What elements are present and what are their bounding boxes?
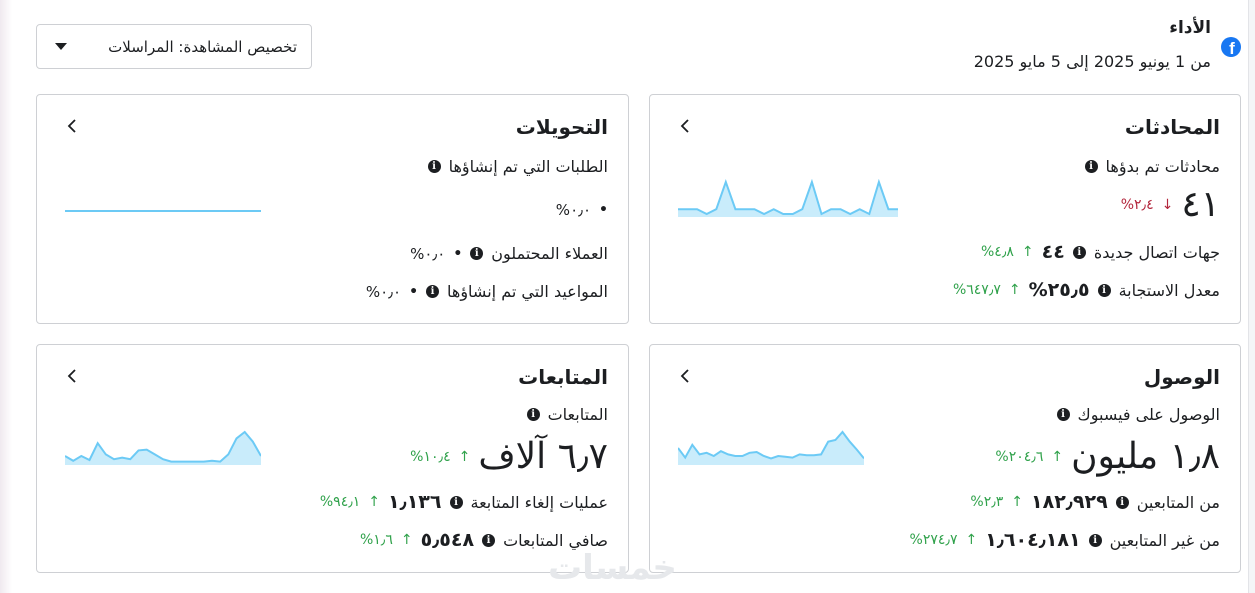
chevron-left-icon[interactable] — [678, 369, 692, 383]
arrow-up-icon: ↑ — [458, 449, 471, 465]
sub-metric-row: من غير المتابعين i ١٫٦٠٤٫١٨١ ↑ ٢٧٤٫٧% — [910, 529, 1220, 551]
sub-metric-label: العملاء المحتملون — [491, 244, 608, 263]
watermark-logo: خمسات — [548, 548, 677, 588]
sub-metric-label: جهات اتصال جديدة — [1093, 242, 1220, 262]
sub-metric-label: المواعيد التي تم إنشاؤها — [447, 282, 608, 301]
card-title: التحويلات — [515, 115, 608, 139]
info-icon[interactable]: i — [1072, 245, 1086, 259]
sub-metric-change: ١٫٦% — [359, 532, 393, 548]
sub-metric-change: ٢٫٣% — [970, 494, 1004, 510]
metric-label-row: الوصول على فيسبوك i — [1056, 405, 1220, 424]
sparkline-chart — [65, 210, 261, 212]
metric-label-row: الطلبات التي تم إنشاؤها i — [427, 157, 608, 176]
sub-metric-change: ٤٫٨% — [980, 244, 1014, 260]
sub-metric-row: العملاء المحتملون i • ٠٫٠% — [410, 244, 608, 263]
chevron-left-icon[interactable] — [65, 119, 79, 133]
metric-value-row: ١٫٨ مليون ↑ ٢٠٤٫٦% — [995, 437, 1220, 477]
page-title: الأداء — [1169, 18, 1211, 38]
sparkline-chart — [65, 430, 261, 465]
metric-label-row: محادثات تم بدؤها i — [1084, 157, 1220, 176]
metric-value: ٤١ — [1181, 184, 1220, 225]
sub-metric-label: صافي المتابعات — [503, 530, 608, 550]
info-icon[interactable]: i — [1097, 283, 1111, 297]
sub-metric-change: ٢٧٤٫٧% — [909, 532, 958, 548]
card-title: المحادثات — [1124, 115, 1220, 139]
chevron-left-icon[interactable] — [65, 369, 79, 383]
sparkline-line — [678, 179, 898, 216]
arrow-down-icon: ↓ — [1161, 197, 1174, 213]
metric-label: الطلبات التي تم إنشاؤها — [448, 157, 608, 176]
date-range: من 1 يونيو 2025 إلى 5 مايو 2025 — [973, 52, 1211, 71]
card-conversions[interactable]: التحويلات الطلبات التي تم إنشاؤها i • ٠٫… — [36, 94, 629, 324]
arrow-up-icon: ↑ — [965, 532, 978, 548]
metric-label: المتابعات — [547, 405, 608, 424]
metric-label: الوصول على فيسبوك — [1077, 405, 1220, 424]
info-icon[interactable]: i — [482, 533, 496, 547]
sub-metric-label: من المتابعين — [1136, 492, 1220, 512]
sub-metric-row: معدل الاستجابة i ٢٥٫٥% ↑ ٦٤٧٫٧% — [953, 279, 1220, 301]
card-conversations[interactable]: المحادثات محادثات تم بدؤها i ٤١ ↓ ٢٫٤% ج… — [649, 94, 1241, 324]
facebook-icon: f — [1221, 37, 1241, 57]
metric-change: ٢٫٤% — [1120, 197, 1154, 213]
arrow-up-icon: ↑ — [1021, 244, 1034, 260]
sub-metric-value: • — [409, 283, 419, 300]
info-icon[interactable]: i — [1088, 533, 1102, 547]
card-title: الوصول — [1143, 365, 1220, 389]
info-icon[interactable]: i — [1084, 160, 1098, 173]
sub-metric-value: ٢٥٫٥% — [1028, 279, 1090, 301]
sub-metric-value: ١٨٢٫٩٢٩ — [1031, 491, 1108, 513]
sub-metric-label: عمليات إلغاء المتابعة — [470, 492, 609, 512]
metric-value-row: ٦٫٧ آلاف ↑ ١٠٫٤% — [410, 437, 608, 477]
sub-metric-value: ٤٤ — [1041, 241, 1065, 263]
sub-metric-row: المواعيد التي تم إنشاؤها i • ٠٫٠% — [366, 282, 608, 301]
arrow-up-icon: ↑ — [1008, 282, 1021, 298]
metric-value-row: • ٠٫٠% — [556, 201, 608, 219]
sparkline-chart — [678, 430, 864, 465]
card-followers[interactable]: المتابعات المتابعات i ٦٫٧ آلاف ↑ ١٠٫٤% ع… — [36, 344, 629, 573]
metric-label: محادثات تم بدؤها — [1105, 157, 1220, 176]
info-icon[interactable]: i — [1115, 495, 1129, 509]
sub-metric-value: • — [453, 245, 463, 262]
sparkline-chart — [678, 179, 898, 217]
arrow-up-icon: ↑ — [368, 494, 381, 510]
sub-metric-change: ٠٫٠% — [410, 244, 446, 263]
arrow-up-icon: ↑ — [1051, 449, 1064, 465]
sub-metric-change: ٠٫٠% — [365, 282, 402, 301]
caret-down-icon — [55, 43, 67, 50]
metric-change: ١٠٫٤% — [410, 449, 451, 465]
info-icon[interactable]: i — [470, 247, 484, 260]
left-edge-shade — [0, 0, 12, 593]
sub-metric-row: عمليات إلغاء المتابعة i ١٫١٣٦ ↑ ٩٤٫١% — [320, 491, 608, 513]
info-icon[interactable]: i — [449, 495, 463, 509]
metric-value: • — [599, 202, 608, 218]
sub-metric-label: معدل الاستجابة — [1118, 280, 1220, 300]
sub-metric-change: ٦٤٧٫٧% — [952, 282, 1001, 298]
sub-metric-value: ١٫٦٠٤٫١٨١ — [985, 529, 1081, 551]
sub-metric-label: من غير المتابعين — [1109, 530, 1220, 550]
arrow-up-icon: ↑ — [1011, 494, 1024, 510]
card-reach[interactable]: الوصول الوصول على فيسبوك i ١٫٨ مليون ↑ ٢… — [649, 344, 1241, 573]
sparkline-area — [678, 432, 864, 465]
info-icon[interactable]: i — [526, 408, 540, 421]
sub-metric-row: جهات اتصال جديدة i ٤٤ ↑ ٤٫٨% — [981, 241, 1220, 263]
metric-label-row: المتابعات i — [526, 405, 608, 424]
view-customization-label: تخصيص المشاهدة: المراسلات — [108, 37, 297, 56]
info-icon[interactable]: i — [427, 160, 441, 173]
sub-metric-value: ١٫١٣٦ — [388, 491, 442, 513]
view-customization-dropdown[interactable]: تخصيص المشاهدة: المراسلات — [36, 24, 312, 69]
card-title: المتابعات — [518, 365, 608, 389]
metric-change: ٢٠٤٫٦% — [995, 449, 1044, 465]
metric-value: ٦٫٧ آلاف — [478, 436, 608, 477]
metric-value-row: ٤١ ↓ ٢٫٤% — [1121, 185, 1220, 225]
arrow-up-icon: ↑ — [400, 532, 413, 548]
sub-metric-row: من المتابعين i ١٨٢٫٩٢٩ ↑ ٢٫٣% — [970, 491, 1220, 513]
metric-change: ٠٫٠% — [555, 201, 592, 219]
info-icon[interactable]: i — [426, 285, 440, 298]
info-icon[interactable]: i — [1056, 408, 1070, 421]
chevron-left-icon[interactable] — [678, 119, 692, 133]
sub-metric-value: ٥٫٥٤٨ — [420, 529, 475, 551]
sub-metric-change: ٩٤٫١% — [319, 494, 361, 510]
metric-value: ١٫٨ مليون — [1071, 436, 1220, 477]
